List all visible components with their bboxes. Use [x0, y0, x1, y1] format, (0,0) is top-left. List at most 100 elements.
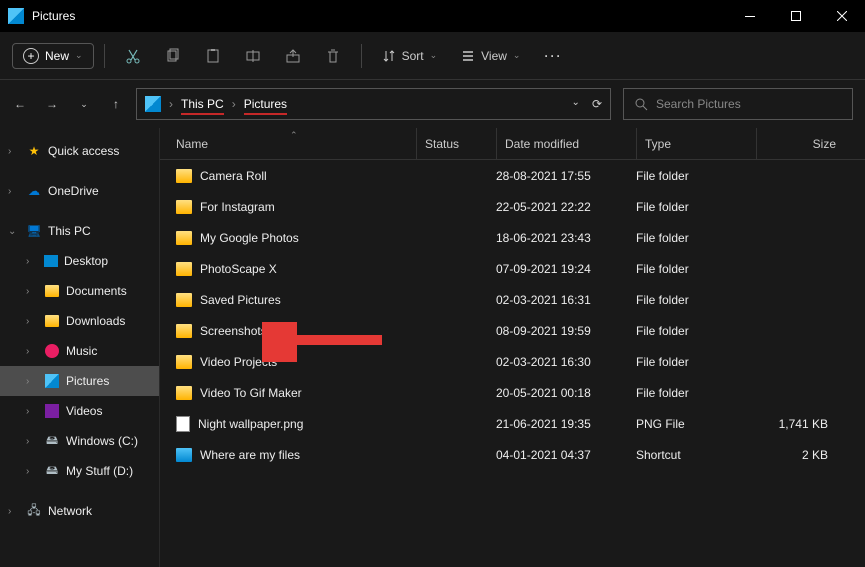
cut-button[interactable]	[115, 40, 151, 72]
sidebar-item-my-stuff-d-[interactable]: ›🖴My Stuff (D:)	[0, 456, 159, 486]
view-label: View	[481, 49, 507, 63]
sidebar-item-label: Videos	[66, 404, 102, 418]
file-name: For Instagram	[200, 200, 275, 214]
view-button[interactable]: View ⌄	[451, 40, 530, 72]
new-label: New	[45, 49, 69, 63]
table-row[interactable]: Where are my files04-01-2021 04:37Shortc…	[160, 439, 865, 470]
chevron-right-icon[interactable]: ›	[26, 346, 38, 357]
table-row[interactable]: Video To Gif Maker20-05-2021 00:18File f…	[160, 377, 865, 408]
sidebar-item-pictures[interactable]: › Pictures	[0, 366, 159, 396]
sidebar-item-network[interactable]: ›🖧Network	[0, 496, 159, 526]
table-row[interactable]: For Instagram22-05-2021 22:22File folder	[160, 191, 865, 222]
chevron-right-icon[interactable]: ›	[8, 186, 20, 197]
folder-icon	[176, 262, 192, 276]
refresh-button[interactable]: ⟳	[592, 97, 602, 111]
close-button[interactable]	[819, 0, 865, 32]
file-date: 22-05-2021 22:22	[496, 200, 636, 214]
nav-row: ← → ⌄ ↑ › This PC › Pictures ⌄ ⟳ Search …	[0, 80, 865, 128]
paste-button[interactable]	[195, 40, 231, 72]
table-row[interactable]: Video Projects02-03-2021 16:30File folde…	[160, 346, 865, 377]
sidebar-item-label: Desktop	[64, 254, 108, 268]
file-date: 04-01-2021 04:37	[496, 448, 636, 462]
back-button[interactable]: ←	[12, 97, 28, 111]
file-date: 07-09-2021 19:24	[496, 262, 636, 276]
forward-button[interactable]: →	[44, 97, 60, 111]
file-name: Camera Roll	[200, 169, 267, 183]
file-type: File folder	[636, 169, 756, 183]
minimize-button[interactable]	[727, 0, 773, 32]
new-button[interactable]: + New ⌄	[12, 43, 94, 69]
sidebar: ›★Quick access ›☁OneDrive ⌄🖥This PC › Deskto…	[0, 128, 160, 567]
sidebar-item-label: Documents	[66, 284, 127, 298]
chevron-right-icon[interactable]: ›	[26, 436, 38, 447]
sidebar-item-downloads[interactable]: ›Downloads	[0, 306, 159, 336]
column-type[interactable]: Type	[636, 128, 756, 159]
up-button[interactable]: ↑	[108, 97, 124, 111]
chevron-right-icon[interactable]: ›	[26, 406, 38, 417]
table-row[interactable]: Screenshots08-09-2021 19:59File folder	[160, 315, 865, 346]
address-dropdown-button[interactable]: ⌄	[572, 97, 580, 111]
chevron-down-icon: ⌄	[75, 50, 83, 61]
chevron-right-icon[interactable]: ›	[26, 286, 38, 297]
file-type: PNG File	[636, 417, 756, 431]
file-name: Night wallpaper.png	[198, 417, 303, 431]
sidebar-item-label: OneDrive	[48, 184, 99, 198]
breadcrumb-pictures[interactable]: Pictures	[244, 97, 287, 111]
file-name: My Google Photos	[200, 231, 299, 245]
separator	[361, 44, 362, 68]
column-size[interactable]: Size	[756, 128, 836, 159]
location-icon	[145, 96, 161, 112]
chevron-right-icon[interactable]: ›	[26, 376, 38, 387]
chevron-right-icon[interactable]: ›	[26, 256, 38, 267]
sidebar-item-label: Network	[48, 504, 92, 518]
address-bar[interactable]: › This PC › Pictures ⌄ ⟳	[136, 88, 611, 120]
sidebar-item-music[interactable]: ›Music	[0, 336, 159, 366]
app-icon	[8, 8, 24, 24]
maximize-button[interactable]	[773, 0, 819, 32]
search-input[interactable]: Search Pictures	[623, 88, 853, 120]
sidebar-item-label: Pictures	[66, 374, 109, 388]
chevron-right-icon[interactable]: ›	[8, 146, 20, 157]
sidebar-item-this-pc[interactable]: ⌄🖥This PC	[0, 216, 159, 246]
toolbar: + New ⌄ Sort ⌄ View ⌄ ···	[0, 32, 865, 80]
file-icon	[176, 416, 190, 432]
chevron-down-icon: ⌄	[513, 50, 521, 61]
sidebar-item-videos[interactable]: › Videos	[0, 396, 159, 426]
chevron-down-icon[interactable]: ⌄	[8, 226, 20, 237]
recent-button[interactable]: ⌄	[76, 99, 92, 110]
breadcrumb-this-pc[interactable]: This PC	[181, 97, 224, 111]
table-row[interactable]: My Google Photos18-06-2021 23:43File fol…	[160, 222, 865, 253]
file-type: File folder	[636, 262, 756, 276]
sidebar-item-documents[interactable]: › Documents	[0, 276, 159, 306]
table-row[interactable]: Night wallpaper.png21-06-2021 19:35PNG F…	[160, 408, 865, 439]
view-icon	[461, 49, 475, 63]
sidebar-item-quick-access[interactable]: ›★Quick access	[0, 136, 159, 166]
copy-button[interactable]	[155, 40, 191, 72]
more-button[interactable]: ···	[534, 40, 572, 72]
folder-icon	[176, 293, 192, 307]
table-row[interactable]: Saved Pictures02-03-2021 16:31File folde…	[160, 284, 865, 315]
file-size: 2 KB	[756, 448, 836, 462]
sidebar-item-onedrive[interactable]: ›☁OneDrive	[0, 176, 159, 206]
file-date: 18-06-2021 23:43	[496, 231, 636, 245]
file-name: Where are my files	[200, 448, 300, 462]
table-row[interactable]: Camera Roll28-08-2021 17:55File folder	[160, 160, 865, 191]
rename-button[interactable]	[235, 40, 271, 72]
table-row[interactable]: PhotoScape X07-09-2021 19:24File folder	[160, 253, 865, 284]
chevron-right-icon[interactable]: ›	[8, 506, 20, 517]
file-type: File folder	[636, 324, 756, 338]
delete-button[interactable]	[315, 40, 351, 72]
folder-icon	[176, 386, 192, 400]
column-date[interactable]: Date modified	[496, 128, 636, 159]
sidebar-item-label: Windows (C:)	[66, 434, 138, 448]
sidebar-item-windows-c-[interactable]: ›🖴Windows (C:)	[0, 426, 159, 456]
sidebar-item-label: My Stuff (D:)	[66, 464, 133, 478]
column-status[interactable]: Status	[416, 128, 496, 159]
sidebar-item-label: Quick access	[48, 144, 119, 158]
chevron-right-icon[interactable]: ›	[26, 466, 38, 477]
sort-button[interactable]: Sort ⌄	[372, 40, 448, 72]
share-button[interactable]	[275, 40, 311, 72]
chevron-right-icon[interactable]: ›	[26, 316, 38, 327]
file-size: 1,741 KB	[756, 417, 836, 431]
sidebar-item-desktop[interactable]: › Desktop	[0, 246, 159, 276]
